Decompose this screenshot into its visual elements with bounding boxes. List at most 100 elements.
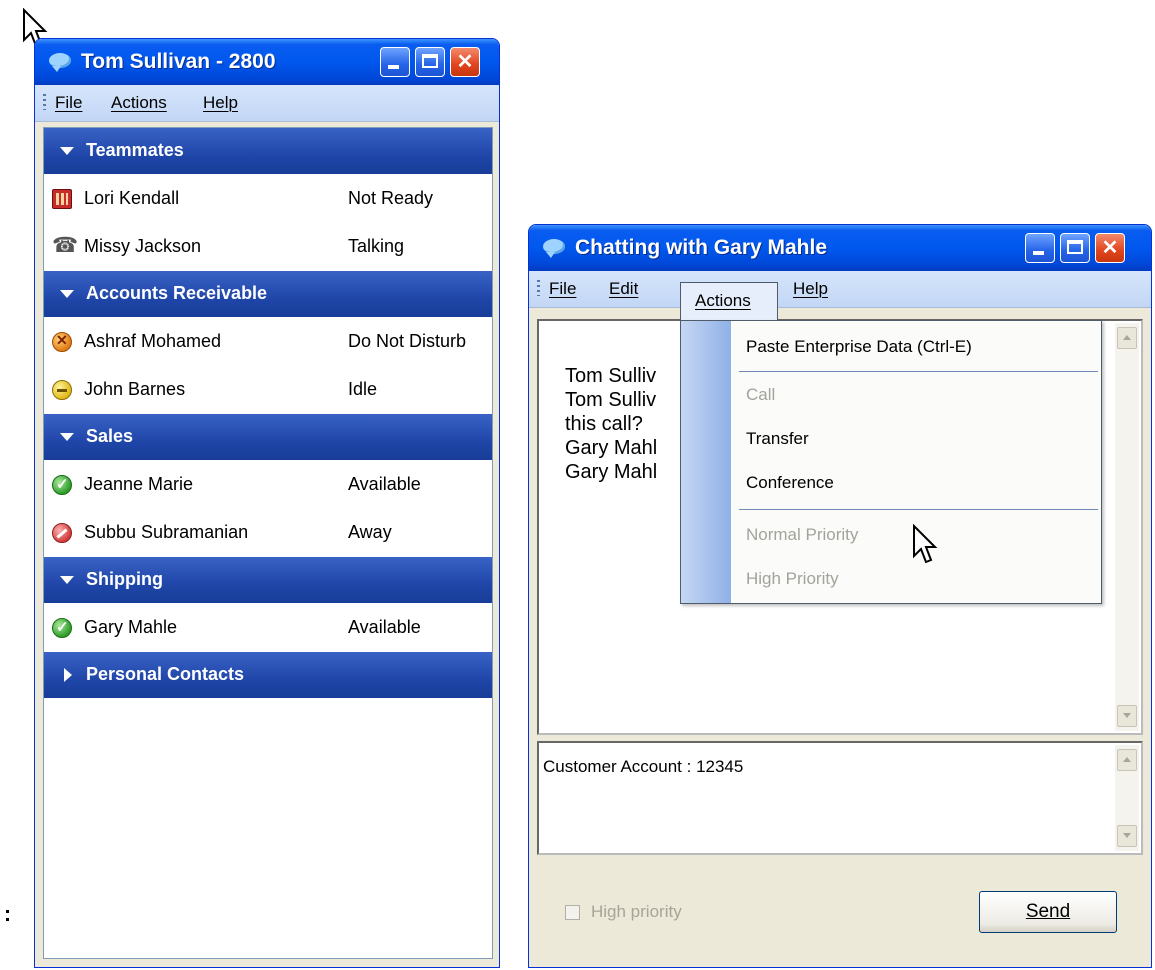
contact-name: Subbu Subramanian — [84, 522, 249, 542]
phone-handset-icon — [52, 233, 78, 258]
maximize-icon — [422, 54, 438, 68]
group-header-sales[interactable]: Sales — [44, 414, 492, 461]
transcript-line: this call? — [565, 413, 643, 435]
contact-name: Ashraf Mohamed — [84, 331, 222, 351]
send-button-label: Send — [1025, 901, 1071, 922]
contact-name: Missy Jackson — [84, 236, 202, 256]
contacts-menubar: File Actions Help — [35, 85, 499, 122]
menu-actions[interactable]: Actions — [111, 93, 167, 113]
transcript-line: Gary Mahl — [565, 461, 658, 483]
expand-arrow-icon — [60, 290, 74, 298]
group-label: Personal Contacts — [86, 664, 245, 684]
group-label: Sales — [86, 426, 134, 446]
contacts-window: Tom Sullivan - 2800 ✕ File Actions Help … — [34, 38, 500, 968]
minimize-button[interactable] — [1025, 233, 1055, 263]
menu-separator — [739, 371, 1098, 372]
group-label: Teammates — [86, 140, 184, 160]
toolbar-grip-icon — [537, 280, 540, 296]
close-icon: ✕ — [456, 51, 474, 73]
idle-icon — [52, 380, 72, 400]
group-label: Accounts Receivable — [86, 283, 268, 303]
transcript-scrollbar[interactable] — [1115, 323, 1139, 731]
menu-edit[interactable]: Edit — [609, 279, 638, 299]
away-icon — [52, 523, 72, 543]
message-scrollbar[interactable] — [1115, 745, 1139, 851]
menu-item-transfer[interactable]: Transfer — [746, 429, 809, 449]
maximize-button[interactable] — [1060, 233, 1090, 263]
menu-item-high-priority[interactable]: High Priority — [746, 569, 839, 589]
menu-file[interactable]: File — [549, 279, 576, 299]
chat-bubble-icon — [49, 53, 71, 72]
high-priority-label: High priority — [591, 902, 682, 921]
menu-item-call[interactable]: Call — [746, 385, 775, 405]
transcript-line: Gary Mahl — [565, 437, 658, 459]
contact-name: Lori Kendall — [84, 188, 180, 208]
minimize-icon — [388, 65, 399, 69]
menu-actions-open[interactable]: Actions — [680, 282, 778, 320]
contact-row[interactable]: John Barnes Idle — [44, 366, 492, 414]
scroll-down-icon[interactable] — [1117, 825, 1137, 847]
contact-list: Teammates Lori Kendall Not Ready Missy J… — [43, 127, 493, 959]
close-button[interactable]: ✕ — [1095, 233, 1125, 263]
menu-help[interactable]: Help — [203, 93, 238, 113]
menu-item-conference[interactable]: Conference — [746, 473, 834, 493]
contacts-titlebar[interactable]: Tom Sullivan - 2800 ✕ — [35, 39, 499, 85]
toolbar-grip-icon — [43, 94, 46, 110]
transcript-line: Tom Sulliv — [565, 389, 657, 411]
group-header-accounts-receivable[interactable]: Accounts Receivable — [44, 271, 492, 318]
contact-row[interactable]: Jeanne Marie Available — [44, 461, 492, 509]
group-label: Shipping — [86, 569, 163, 589]
menu-separator — [739, 509, 1098, 510]
contact-row[interactable]: Subbu Subramanian Away — [44, 509, 492, 557]
contact-status: Available — [348, 474, 421, 494]
contact-status: Away — [348, 522, 392, 542]
send-button[interactable]: Send — [979, 891, 1117, 933]
group-header-shipping[interactable]: Shipping — [44, 557, 492, 604]
maximize-button[interactable] — [415, 47, 445, 77]
contact-name: Gary Mahle — [84, 617, 178, 637]
do-not-disturb-icon — [52, 332, 72, 352]
window-title: Tom Sullivan - 2800 — [81, 50, 276, 73]
contact-name: John Barnes — [84, 379, 186, 399]
menu-item-paste-enterprise-data[interactable]: Paste Enterprise Data (Ctrl-E) — [746, 337, 972, 357]
group-header-teammates[interactable]: Teammates — [44, 128, 492, 175]
scroll-down-icon[interactable] — [1117, 705, 1137, 727]
close-icon: ✕ — [1101, 237, 1119, 259]
contact-row[interactable]: Gary Mahle Available — [44, 604, 492, 652]
contact-status: Not Ready — [348, 188, 434, 208]
chat-bubble-icon — [543, 239, 565, 258]
contact-name: Jeanne Marie — [84, 474, 194, 494]
contact-status: Idle — [348, 379, 378, 399]
expand-arrow-icon — [60, 433, 74, 441]
menu-item-normal-priority[interactable]: Normal Priority — [746, 525, 858, 545]
contact-row[interactable]: Missy Jackson Talking — [44, 223, 492, 271]
high-priority-checkbox[interactable] — [565, 905, 580, 920]
scroll-up-icon[interactable] — [1117, 749, 1137, 771]
expand-arrow-icon — [60, 147, 74, 155]
available-check-icon — [52, 618, 72, 638]
group-header-personal-contacts[interactable]: Personal Contacts — [44, 652, 492, 699]
contact-row[interactable]: Ashraf Mohamed Do Not Disturb — [44, 318, 492, 366]
actions-dropdown-menu: Paste Enterprise Data (Ctrl-E) Call Tran… — [680, 320, 1102, 604]
window-title: Chatting with Gary Mahle — [575, 236, 828, 259]
menu-help[interactable]: Help — [793, 279, 828, 299]
chat-menubar: File Edit Actions Help — [529, 271, 1151, 308]
menu-actions-open-label: Actions — [695, 291, 751, 310]
chat-titlebar[interactable]: Chatting with Gary Mahle ✕ — [529, 225, 1151, 271]
message-input-text: Customer Account : 12345 — [543, 757, 744, 776]
close-button[interactable]: ✕ — [450, 47, 480, 77]
available-check-icon — [52, 475, 72, 495]
edge-marker — [6, 910, 9, 913]
maximize-icon — [1067, 240, 1083, 254]
contact-row[interactable]: Lori Kendall Not Ready — [44, 175, 492, 223]
contact-status: Do Not Disturb — [348, 331, 467, 351]
transcript-line: Tom Sulliv — [565, 365, 657, 387]
message-input[interactable]: Customer Account : 12345 — [537, 741, 1143, 855]
mouse-pointer-icon — [913, 524, 938, 564]
minimize-button[interactable] — [380, 47, 410, 77]
minimize-icon — [1033, 251, 1044, 255]
collapse-arrow-icon — [64, 668, 72, 682]
scroll-up-icon[interactable] — [1117, 327, 1137, 349]
menu-file[interactable]: File — [55, 93, 82, 113]
not-ready-icon — [52, 189, 72, 209]
